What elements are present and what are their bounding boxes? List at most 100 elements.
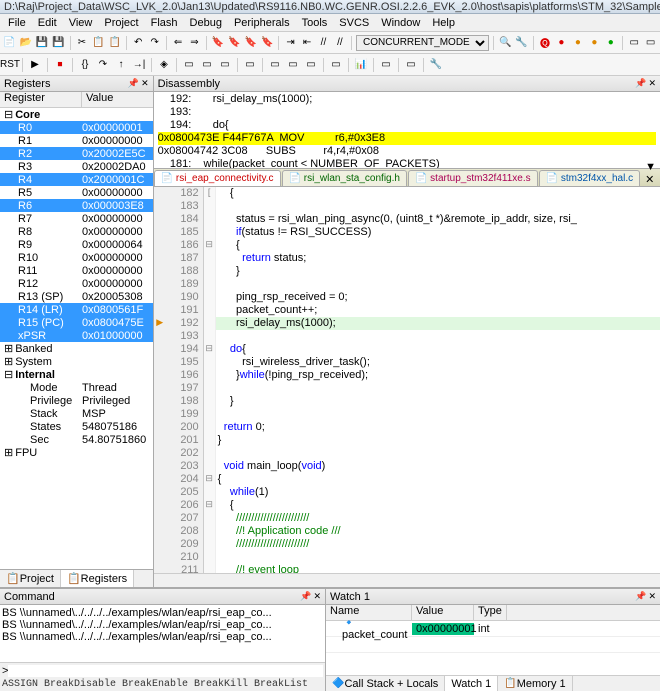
run-icon[interactable]: ▶ [27, 57, 43, 73]
menu-svcs[interactable]: SVCS [333, 17, 375, 29]
menu-file[interactable]: File [2, 17, 32, 29]
watch-body[interactable]: Name Value Type 🔹 packet_count0x00000001… [326, 605, 660, 675]
register-group[interactable]: Banked [0, 342, 153, 355]
close-icon[interactable]: ✕ [648, 591, 656, 602]
sym-icon[interactable]: ▭ [217, 57, 233, 73]
register-row[interactable]: Sec54.80751860 [0, 433, 153, 446]
tab-watch1[interactable]: Watch 1 [445, 676, 498, 691]
pin-icon[interactable]: 📌 [635, 78, 646, 89]
copy-icon[interactable]: 📋 [91, 35, 105, 51]
register-row[interactable]: ModeThread [0, 381, 153, 394]
run-to-icon[interactable]: →| [131, 57, 147, 73]
register-row[interactable]: R100x00000000 [0, 251, 153, 264]
editor-tab-close[interactable]: ▼ ✕ [641, 161, 660, 186]
fold-gutter[interactable]: [⊟⊟⊟⊟ [204, 187, 216, 573]
menu-view[interactable]: View [63, 17, 99, 29]
editor-tab[interactable]: 📄 startup_stm32f411xe.s [408, 170, 538, 186]
disassembly-body[interactable]: 192: rsi_delay_ms(1000); 193: 194: do{0x… [154, 92, 660, 168]
analyzer-icon[interactable]: 📊 [353, 57, 369, 73]
menu-edit[interactable]: Edit [32, 17, 63, 29]
step-out-icon[interactable]: ↑ [113, 57, 129, 73]
command-input[interactable] [8, 665, 323, 677]
register-row[interactable]: R20x20002E5C [0, 147, 153, 160]
watch-row[interactable]: 🔹 packet_count0x00000001int [326, 621, 660, 637]
close-icon[interactable]: ✕ [141, 78, 149, 89]
undo-icon[interactable]: ↶ [131, 35, 145, 51]
register-row[interactable]: States548075186 [0, 420, 153, 433]
register-row[interactable]: R10x00000000 [0, 134, 153, 147]
editor-tab[interactable]: 📄 stm32f4xx_hal.c [539, 170, 641, 186]
bookmark-prev-icon[interactable]: 🔖 [227, 35, 241, 51]
tab-memory1[interactable]: 📋 Memory 1 [498, 676, 572, 691]
scrollbar-h[interactable] [154, 573, 660, 587]
redo-icon[interactable]: ↷ [147, 35, 161, 51]
bp3-icon[interactable]: ● [587, 35, 601, 51]
nav-back-icon[interactable]: ⇐ [171, 35, 185, 51]
menu-flash[interactable]: Flash [145, 17, 184, 29]
register-row[interactable]: R90x00000064 [0, 238, 153, 251]
config-icon[interactable]: 🔧 [514, 35, 528, 51]
save-icon[interactable]: 💾 [35, 35, 49, 51]
register-row[interactable]: R60x000003E8 [0, 199, 153, 212]
bp-icon[interactable]: ● [554, 35, 568, 51]
comment-icon[interactable]: // [316, 35, 330, 51]
menu-debug[interactable]: Debug [184, 17, 228, 29]
menu-window[interactable]: Window [375, 17, 426, 29]
mem-icon[interactable]: ▭ [303, 57, 319, 73]
register-group-fpu[interactable]: FPU [0, 446, 153, 459]
pin-icon[interactable]: 📌 [300, 591, 311, 602]
register-row[interactable]: R70x00000000 [0, 212, 153, 225]
bookmark-icon[interactable]: 🔖 [211, 35, 225, 51]
bp4-icon[interactable]: ● [604, 35, 618, 51]
open-icon[interactable]: 📂 [18, 35, 32, 51]
register-row[interactable]: R110x00000000 [0, 264, 153, 277]
register-row[interactable]: R120x00000000 [0, 277, 153, 290]
menu-peripherals[interactable]: Peripherals [228, 17, 296, 29]
debug-icon[interactable]: 🅠 [538, 35, 552, 51]
win1-icon[interactable]: ▭ [627, 35, 641, 51]
tab-callstack[interactable]: 🔷 Call Stack + Locals [326, 676, 445, 691]
tab-project[interactable]: 📋 Project [0, 570, 61, 587]
code-area[interactable]: { status = rsi_wlan_ping_async(0, (uint8… [216, 187, 660, 573]
menu-help[interactable]: Help [426, 17, 461, 29]
bookmark-clear-icon[interactable]: 🔖 [260, 35, 274, 51]
editor[interactable]: ▶ 18218318418518618718818919019119219319… [154, 187, 660, 573]
paste-icon[interactable]: 📋 [108, 35, 122, 51]
menu-project[interactable]: Project [98, 17, 144, 29]
register-group[interactable]: System [0, 355, 153, 368]
pin-icon[interactable]: 📌 [128, 78, 139, 89]
bp2-icon[interactable]: ● [571, 35, 585, 51]
register-row[interactable]: PrivilegePrivileged [0, 394, 153, 407]
register-row[interactable]: R13 (SP)0x20005308 [0, 290, 153, 303]
win2-icon[interactable]: ▭ [643, 35, 657, 51]
stop-icon[interactable]: ⏹ [52, 57, 68, 73]
register-row[interactable]: StackMSP [0, 407, 153, 420]
register-row[interactable]: R30x20002DA0 [0, 160, 153, 173]
reg-icon[interactable]: ▭ [242, 57, 258, 73]
sys-icon[interactable]: ▭ [403, 57, 419, 73]
step-over-icon[interactable]: ↷ [95, 57, 111, 73]
pin-icon[interactable]: 📌 [635, 591, 646, 602]
register-row[interactable]: R15 (PC)0x0800475E [0, 316, 153, 329]
register-group-core[interactable]: Core [0, 108, 153, 121]
register-row[interactable]: R50x00000000 [0, 186, 153, 199]
bookmark-next-icon[interactable]: 🔖 [244, 35, 258, 51]
target-dropdown[interactable]: CONCURRENT_MODE [356, 35, 489, 51]
find-icon[interactable]: 🔍 [498, 35, 512, 51]
stack-icon[interactable]: ▭ [267, 57, 283, 73]
editor-tab[interactable]: 📄 rsi_wlan_sta_config.h [282, 170, 407, 186]
register-row[interactable]: R14 (LR)0x0800561F [0, 303, 153, 316]
save-all-icon[interactable]: 💾 [51, 35, 65, 51]
menu-tools[interactable]: Tools [296, 17, 334, 29]
registers-tree[interactable]: CoreR00x00000001R10x00000000R20x20002E5C… [0, 108, 153, 569]
indent-icon[interactable]: ⇥ [283, 35, 297, 51]
new-icon[interactable]: 📄 [2, 35, 16, 51]
serial-icon[interactable]: ▭ [328, 57, 344, 73]
disasm-icon[interactable]: ▭ [199, 57, 215, 73]
command-output[interactable]: BS \\unnamed\../../../../examples/wlan/e… [0, 605, 325, 662]
uncomment-icon[interactable]: // [333, 35, 347, 51]
cmd-icon[interactable]: ▭ [181, 57, 197, 73]
register-row[interactable]: R80x00000000 [0, 225, 153, 238]
close-icon[interactable]: ✕ [648, 78, 656, 89]
register-row[interactable]: R00x00000001 [0, 121, 153, 134]
